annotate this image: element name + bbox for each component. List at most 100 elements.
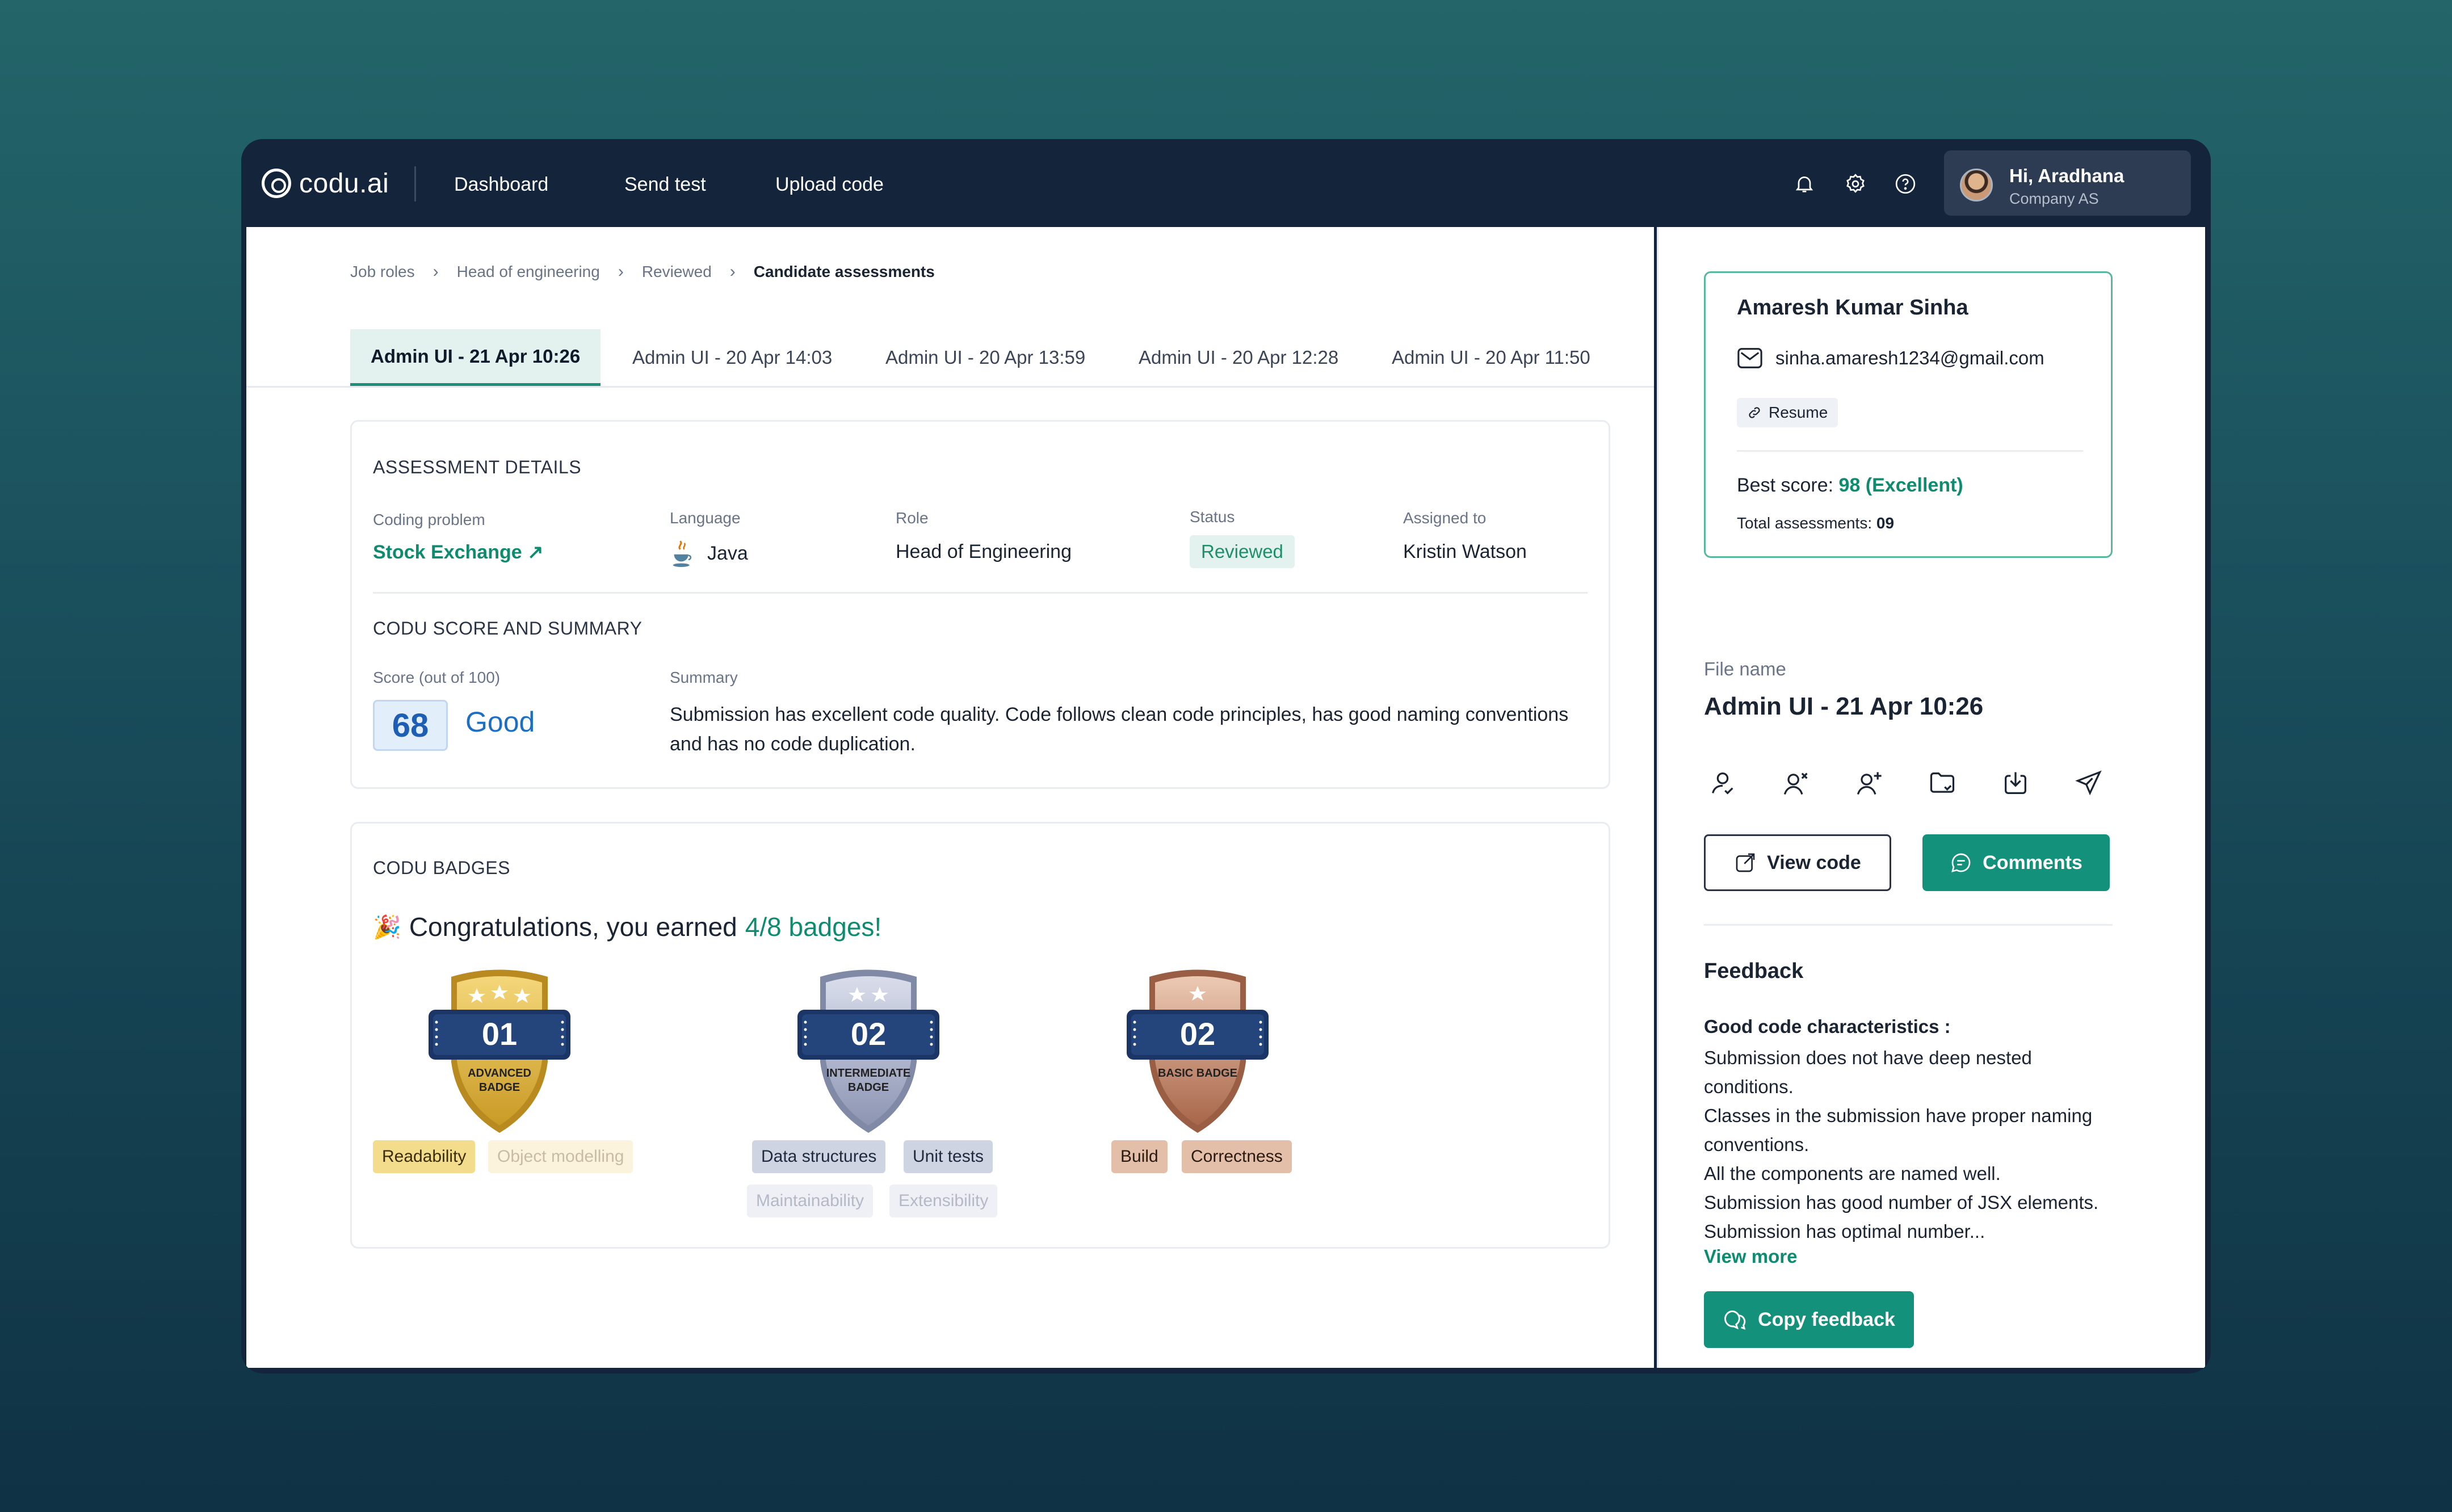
tag-correctness: Correctness: [1182, 1140, 1292, 1173]
resume-link[interactable]: Resume: [1737, 398, 1838, 427]
badge-name: INTERMEDIATE BADGE: [826, 1067, 911, 1094]
nav-upload-code[interactable]: Upload code: [775, 174, 884, 196]
top-navbar: codu.ai Dashboard Send test Upload code …: [241, 139, 2211, 227]
coding-problem-link[interactable]: Stock Exchange ↗: [373, 541, 544, 564]
bell-icon[interactable]: [1791, 170, 1818, 198]
summary-text: Submission has excellent code quality. C…: [670, 704, 1569, 755]
help-icon[interactable]: [1892, 170, 1919, 198]
congrats-text: Congratulations, you earned: [409, 912, 737, 942]
tag-maintainability: Maintainability: [747, 1185, 874, 1217]
view-code-button[interactable]: View code: [1704, 834, 1891, 891]
logo[interactable]: codu.ai: [262, 166, 389, 200]
tag-build: Build: [1111, 1140, 1168, 1173]
candidate-email-row: sinha.amaresh1234@gmail.com: [1737, 347, 2044, 369]
view-code-label: View code: [1767, 851, 1861, 873]
tag-readability: Readability: [373, 1140, 476, 1173]
assigned-value: Kristin Watson: [1403, 541, 1527, 562]
feedback-line: All the components are named well.: [1704, 1163, 2001, 1184]
language-label: Language: [670, 509, 741, 527]
breadcrumb-reviewed[interactable]: Reviewed: [642, 263, 712, 281]
breadcrumb-job-roles[interactable]: Job roles: [350, 263, 415, 281]
chevron-right-icon: ›: [729, 262, 736, 281]
logo-divider: [414, 166, 416, 201]
party-popper-icon: 🎉: [373, 914, 401, 940]
congrats-count: 4/8 badges!: [745, 912, 882, 942]
badge-intermediate[interactable]: 02 INTERMEDIATE BADGE: [797, 965, 939, 1136]
tab-assessment-4[interactable]: Admin UI - 20 Apr 12:28: [1139, 329, 1338, 386]
user-check-icon[interactable]: [1706, 766, 1740, 800]
best-score: Best score: 98 (Excellent): [1737, 474, 1963, 497]
coding-problem-label: Coding problem: [373, 511, 485, 528]
side-panel: Amaresh Kumar Sinha sinha.amaresh1234@gm…: [1657, 227, 2205, 1368]
main-content: Job roles › Head of engineering › Review…: [246, 227, 1654, 1368]
best-score-value: 98 (Excellent): [1838, 474, 1963, 496]
tag-data-structures: Data structures: [752, 1140, 886, 1173]
score-label: Score (out of 100): [373, 669, 501, 686]
language-value: Java: [707, 542, 748, 564]
congrats-message: 🎉 Congratulations, you earned 4/8 badges…: [373, 912, 881, 942]
chevron-right-icon: ›: [433, 262, 439, 281]
assigned-label: Assigned to: [1403, 509, 1487, 527]
download-icon[interactable]: [1998, 766, 2033, 800]
badge-name: ADVANCED BADGE: [468, 1067, 531, 1094]
total-assessments-label: Total assessments:: [1737, 514, 1872, 532]
tab-assessment-2[interactable]: Admin UI - 20 Apr 14:03: [632, 329, 832, 386]
codu-logo-icon: [262, 169, 291, 198]
candidate-email[interactable]: sinha.amaresh1234@gmail.com: [1775, 347, 2044, 369]
feedback-body: Submission does not have deep nested con…: [1704, 1043, 2113, 1246]
copy-feedback-button[interactable]: Copy feedback: [1704, 1291, 1914, 1348]
feedback-line: Classes in the submission have proper na…: [1704, 1105, 2093, 1155]
feedback-heading: Good code characteristics :: [1704, 1016, 1951, 1037]
logo-text: codu.ai: [299, 168, 389, 199]
comments-label: Comments: [1983, 851, 2082, 873]
badges-card: CODU BADGES 🎉 Congratulations, you earne…: [350, 822, 1610, 1249]
user-company: Company AS: [2009, 190, 2099, 207]
breadcrumb-current: Candidate assessments: [753, 263, 935, 280]
comment-icon: [1951, 853, 1971, 872]
tag-object-modelling: Object modelling: [488, 1140, 633, 1173]
badge-number: 02: [850, 1016, 887, 1052]
badge-advanced[interactable]: 01 ADVANCED BADGE: [429, 965, 570, 1136]
send-icon[interactable]: [2072, 766, 2106, 800]
chevron-right-icon: ›: [618, 262, 624, 281]
assessment-title: ASSESSMENT DETAILS: [373, 457, 582, 477]
file-name-value: Admin UI - 21 Apr 10:26: [1704, 692, 1984, 720]
view-more-link[interactable]: View more: [1704, 1246, 1797, 1267]
copy-icon: [1724, 1310, 1746, 1330]
tab-assessment-3[interactable]: Admin UI - 20 Apr 13:59: [885, 329, 1085, 386]
candidate-card: Amaresh Kumar Sinha sinha.amaresh1234@gm…: [1704, 271, 2113, 558]
user-add-icon[interactable]: [1852, 766, 1886, 800]
badge-basic[interactable]: 02 BASIC BADGE: [1127, 965, 1269, 1136]
nav-dashboard[interactable]: Dashboard: [454, 174, 548, 196]
assessment-card: ASSESSMENT DETAILS Coding problem Stock …: [350, 420, 1610, 789]
badge-number: 01: [481, 1016, 518, 1052]
total-assessments-value: 09: [1876, 514, 1895, 532]
score-value: 68: [373, 700, 448, 751]
user-remove-icon[interactable]: [1779, 766, 1813, 800]
score-title: CODU SCORE AND SUMMARY: [373, 618, 643, 639]
score-rating: Good: [465, 706, 535, 738]
candidate-divider: [1737, 450, 2083, 452]
tab-assessment-5[interactable]: Admin UI - 20 Apr 11:50: [1392, 329, 1590, 386]
java-icon: [673, 540, 692, 567]
badge-number: 02: [1179, 1016, 1216, 1052]
status-label: Status: [1190, 508, 1235, 526]
nav-send-test[interactable]: Send test: [624, 174, 706, 196]
feedback-line: Submission has good number of JSX elemen…: [1704, 1192, 2099, 1242]
mail-icon: [1737, 348, 1762, 368]
best-score-label: Best score:: [1737, 474, 1834, 496]
tag-extensibility: Extensibility: [889, 1185, 998, 1217]
folder-icon[interactable]: [1925, 766, 1959, 800]
feedback-line: Submission does not have deep nested con…: [1704, 1047, 2032, 1097]
comments-button[interactable]: Comments: [1922, 834, 2110, 891]
coding-problem-value: Stock Exchange: [373, 541, 522, 563]
candidate-name: Amaresh Kumar Sinha: [1737, 296, 1968, 320]
user-menu[interactable]: Hi, Aradhana Company AS: [1944, 150, 2191, 216]
tag-unit-tests: Unit tests: [904, 1140, 993, 1173]
gear-icon[interactable]: [1842, 170, 1869, 198]
tab-assessment-1[interactable]: Admin UI - 21 Apr 10:26: [350, 329, 601, 386]
side-divider: [1704, 924, 2113, 926]
total-assessments: Total assessments: 09: [1737, 514, 1894, 532]
breadcrumb-head-of-engineering[interactable]: Head of engineering: [457, 263, 600, 281]
language-value-wrap: Java: [670, 538, 748, 569]
